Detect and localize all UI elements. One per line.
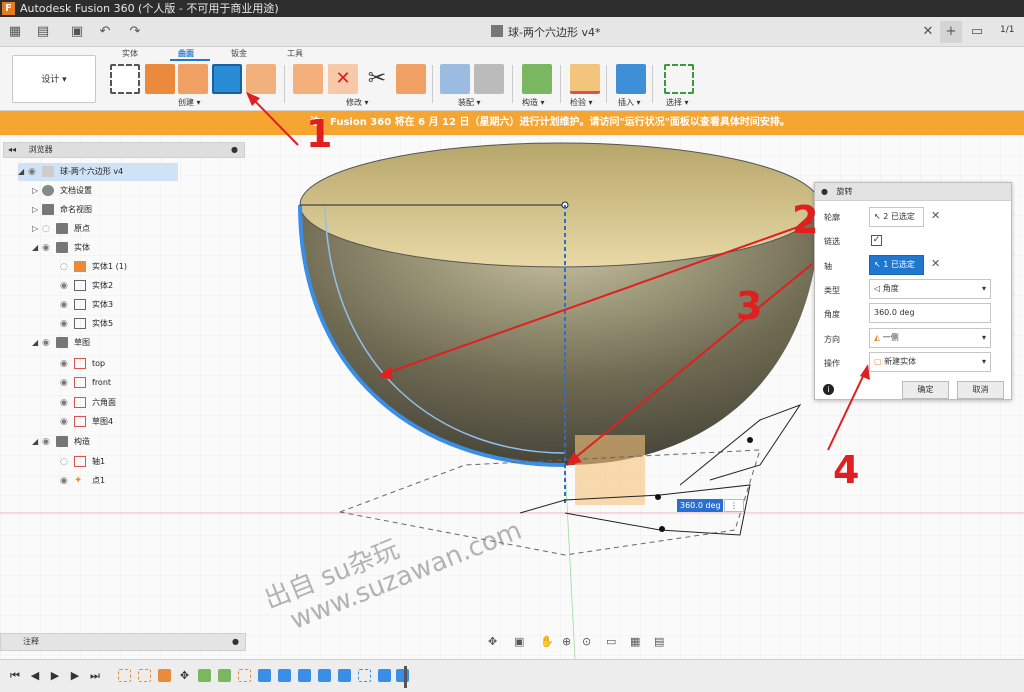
annotation-arrowhead-2 <box>378 366 392 380</box>
annotation-number-1: 1 <box>306 112 333 156</box>
annotation-arrow-4 <box>827 369 867 451</box>
annotation-number-2: 2 <box>792 198 819 242</box>
annotation-arrow-1 <box>249 95 299 146</box>
annotation-number-4: 4 <box>833 448 860 492</box>
annotation-number-3: 3 <box>736 284 763 328</box>
annotation-overlay <box>246 92 870 466</box>
annotation-arrow-3 <box>569 263 813 463</box>
